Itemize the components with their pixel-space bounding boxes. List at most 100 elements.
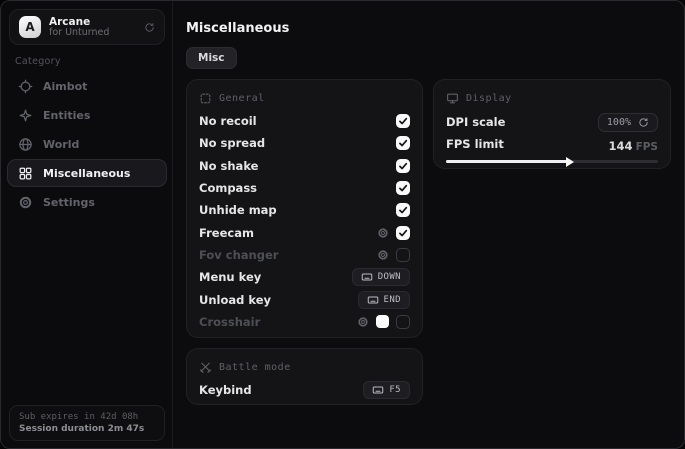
fps-slider-fill bbox=[446, 160, 567, 163]
app-title: Arcane bbox=[49, 16, 136, 28]
dpi-scale-control[interactable]: 100% bbox=[598, 113, 658, 132]
setting-label: No recoil bbox=[199, 114, 257, 128]
setting-row-menu-key: Menu key DOWN bbox=[199, 266, 410, 288]
sidebar-item-miscellaneous[interactable]: Miscellaneous bbox=[7, 159, 167, 187]
setting-label: Keybind bbox=[199, 383, 252, 397]
sidebar-item-entities[interactable]: Entities bbox=[7, 101, 167, 129]
keybind-button-battle[interactable]: F5 bbox=[363, 381, 410, 399]
setting-label: Unload key bbox=[199, 293, 271, 307]
checkbox-no-spread[interactable] bbox=[396, 136, 410, 150]
gear-icon bbox=[18, 195, 33, 210]
keybind-value: END bbox=[384, 295, 401, 305]
page-title: Miscellaneous bbox=[186, 21, 289, 36]
grid-icon bbox=[18, 166, 33, 181]
color-swatch[interactable] bbox=[376, 315, 389, 328]
keybind-button-unload[interactable]: END bbox=[358, 291, 410, 309]
keybind-button-menu[interactable]: DOWN bbox=[352, 268, 410, 286]
general-card-header: General bbox=[199, 90, 410, 106]
fps-unit: FPS bbox=[636, 141, 658, 153]
general-header-label: General bbox=[219, 93, 265, 104]
general-icon bbox=[199, 92, 212, 105]
setting-label: Crosshair bbox=[199, 315, 260, 329]
setting-row-dpi-scale: DPI scale 100% bbox=[446, 110, 658, 134]
keybind-value: F5 bbox=[389, 385, 401, 395]
setting-row-no-shake: No shake bbox=[199, 155, 410, 177]
sidebar: A Arcane for Unturned Category Aimbot bbox=[1, 1, 173, 448]
checkbox-compass[interactable] bbox=[396, 181, 410, 195]
setting-row-crosshair: Crosshair bbox=[199, 311, 410, 333]
fps-slider-thumb[interactable] bbox=[566, 157, 574, 167]
gear-icon[interactable] bbox=[357, 316, 369, 328]
checkbox-unhide-map[interactable] bbox=[396, 203, 410, 217]
keybind-value: DOWN bbox=[378, 272, 401, 282]
battle-card-header: Battle mode bbox=[199, 359, 410, 375]
refresh-icon[interactable] bbox=[638, 117, 649, 128]
general-card: General No recoil No spread bbox=[186, 79, 423, 338]
setting-row-fov-changer: Fov changer bbox=[199, 244, 410, 266]
sidebar-item-label: Miscellaneous bbox=[43, 167, 130, 180]
fps-value: 144 bbox=[609, 139, 633, 153]
app-window: A Arcane for Unturned Category Aimbot bbox=[0, 0, 685, 449]
main-content: Miscellaneous Misc General No recoil No … bbox=[173, 1, 685, 448]
app-header-card: A Arcane for Unturned bbox=[9, 9, 165, 45]
entities-icon bbox=[18, 108, 33, 123]
check-icon bbox=[398, 138, 408, 148]
crosshair-icon bbox=[18, 79, 33, 94]
setting-row-freecam: Freecam bbox=[199, 221, 410, 243]
display-card-header: Display bbox=[446, 90, 658, 106]
battle-header-label: Battle mode bbox=[219, 362, 291, 373]
checkbox-no-recoil[interactable] bbox=[396, 114, 410, 128]
sidebar-item-aimbot[interactable]: Aimbot bbox=[7, 72, 167, 100]
checkbox-no-shake[interactable] bbox=[396, 159, 410, 173]
sidebar-item-world[interactable]: World bbox=[7, 130, 167, 158]
gear-icon[interactable] bbox=[377, 227, 389, 239]
setting-label: FPS limit bbox=[446, 137, 504, 151]
checkbox-crosshair[interactable] bbox=[396, 315, 410, 329]
sidebar-item-label: Aimbot bbox=[43, 80, 87, 93]
setting-row-keybind: Keybind F5 bbox=[199, 379, 410, 401]
sidebar-item-settings[interactable]: Settings bbox=[7, 188, 167, 216]
subscription-card: Sub expires in 42d 08h Session duration … bbox=[9, 405, 165, 441]
check-icon bbox=[398, 161, 408, 171]
setting-label: DPI scale bbox=[446, 115, 505, 129]
setting-label: Menu key bbox=[199, 270, 261, 284]
checkbox-fov-changer[interactable] bbox=[396, 248, 410, 262]
sidebar-item-label: World bbox=[43, 138, 79, 151]
setting-row-unhide-map: Unhide map bbox=[199, 199, 410, 221]
check-icon bbox=[398, 116, 408, 126]
category-label: Category bbox=[15, 56, 61, 67]
avatar: A bbox=[19, 16, 41, 38]
setting-row-compass: Compass bbox=[199, 177, 410, 199]
setting-label: Freecam bbox=[199, 226, 254, 240]
setting-label: No spread bbox=[199, 136, 265, 150]
checkbox-freecam[interactable] bbox=[396, 226, 410, 240]
display-header-label: Display bbox=[466, 93, 512, 104]
keyboard-icon bbox=[367, 294, 379, 306]
sidebar-item-label: Entities bbox=[43, 109, 90, 122]
gear-icon[interactable] bbox=[377, 249, 389, 261]
setting-label: Unhide map bbox=[199, 203, 277, 217]
display-card: Display DPI scale 100% FPS limit 144FPS bbox=[433, 79, 671, 169]
setting-label: Fov changer bbox=[199, 248, 278, 262]
dpi-value: 100% bbox=[607, 117, 631, 128]
monitor-icon bbox=[446, 92, 459, 105]
sidebar-item-label: Settings bbox=[43, 196, 95, 209]
setting-row-no-spread: No spread bbox=[199, 132, 410, 154]
check-icon bbox=[398, 228, 408, 238]
fps-slider[interactable] bbox=[446, 160, 658, 163]
setting-label: Compass bbox=[199, 181, 257, 195]
session-duration-text: Session duration 2m 47s bbox=[19, 424, 155, 434]
fps-value-group: 144FPS bbox=[609, 135, 658, 154]
setting-row-unload-key: Unload key END bbox=[199, 288, 410, 310]
keyboard-icon bbox=[372, 384, 384, 396]
refresh-button[interactable] bbox=[144, 22, 155, 33]
globe-icon bbox=[18, 137, 33, 152]
setting-row-fps-limit: FPS limit 144FPS bbox=[446, 134, 658, 154]
sidebar-nav: Aimbot Entities World Miscellaneous bbox=[7, 72, 167, 216]
app-titles: Arcane for Unturned bbox=[49, 16, 136, 39]
keyboard-icon bbox=[361, 271, 373, 283]
tab-misc[interactable]: Misc bbox=[186, 47, 237, 69]
battle-mode-card: Battle mode Keybind F5 bbox=[186, 348, 423, 405]
setting-row-no-recoil: No recoil bbox=[199, 110, 410, 132]
check-icon bbox=[398, 205, 408, 215]
